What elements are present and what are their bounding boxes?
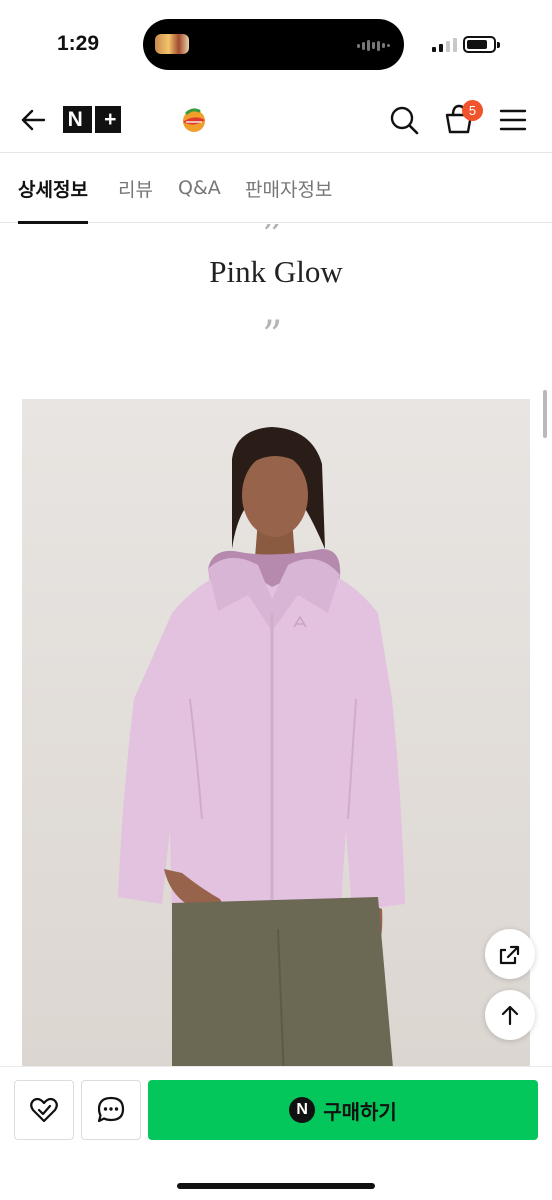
home-indicator[interactable] xyxy=(177,1183,375,1189)
status-time: 1:29 xyxy=(57,32,100,55)
tab-reviews[interactable]: 리뷰 xyxy=(118,153,153,223)
signal-icon xyxy=(432,38,457,52)
product-photo xyxy=(22,399,530,1066)
quote-mark-bottom: ” xyxy=(262,313,283,359)
detail-tabs: 상세정보 리뷰 Q&A 판매자정보 xyxy=(0,152,552,224)
bottom-action-bar: N 구매하기 xyxy=(0,1066,552,1200)
arrow-up-icon xyxy=(501,1005,519,1026)
brand-logo[interactable] xyxy=(179,105,209,135)
battery-icon xyxy=(463,36,496,53)
heart-check-icon xyxy=(30,1097,58,1123)
cart-count-badge: 5 xyxy=(462,100,483,121)
back-button[interactable] xyxy=(18,104,50,136)
quote-mark-top: ” xyxy=(262,224,283,259)
hamburger-menu-icon xyxy=(499,109,527,131)
product-color-title: Pink Glow xyxy=(209,254,343,289)
search-icon xyxy=(390,106,419,135)
product-detail-content: ” Pink Glow ” xyxy=(0,224,552,1066)
scrollbar-thumb[interactable] xyxy=(543,390,547,438)
search-button[interactable] xyxy=(388,104,420,136)
brand-badge-icon xyxy=(183,108,205,132)
status-bar: 1:29 xyxy=(0,0,552,90)
model-wearing-jacket-illustration xyxy=(22,399,530,1066)
share-icon xyxy=(499,945,520,965)
logo-n: N xyxy=(67,107,83,131)
buy-button[interactable]: N 구매하기 xyxy=(148,1080,538,1140)
battery-cap xyxy=(497,42,500,48)
buy-button-label: 구매하기 xyxy=(323,1099,397,1124)
wishlist-button[interactable] xyxy=(14,1080,74,1140)
chat-button[interactable] xyxy=(81,1080,141,1140)
tab-qna[interactable]: Q&A xyxy=(178,153,221,223)
naver-plus-logo[interactable]: N + xyxy=(63,106,121,133)
dynamic-island xyxy=(143,19,404,70)
scroll-to-top-button[interactable] xyxy=(485,990,535,1040)
logo-plus: + xyxy=(104,107,117,131)
tab-seller-info[interactable]: 판매자정보 xyxy=(245,153,332,223)
menu-button[interactable] xyxy=(498,105,528,135)
share-button[interactable] xyxy=(485,929,535,979)
tab-details[interactable]: 상세정보 xyxy=(18,153,88,224)
now-playing-thumbnail xyxy=(155,34,189,54)
audio-wave-icon xyxy=(357,40,390,51)
chat-bubble-icon xyxy=(97,1096,125,1123)
naver-pay-icon: N xyxy=(289,1097,316,1123)
battery-level xyxy=(467,40,487,49)
arrow-left-icon xyxy=(21,109,46,131)
